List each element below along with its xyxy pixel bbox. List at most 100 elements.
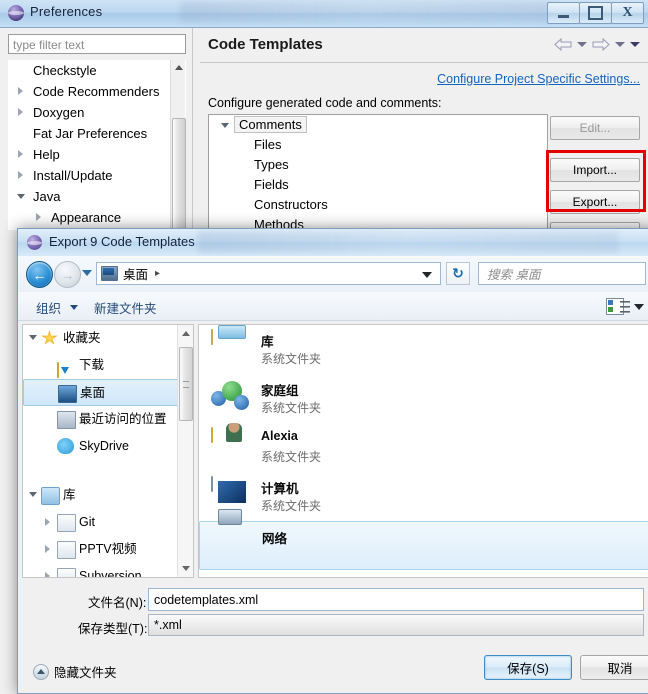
hide-folders-label: 隐藏文件夹 — [54, 666, 117, 680]
filter-input[interactable]: type filter text — [8, 34, 186, 54]
close-button[interactable]: X — [611, 2, 644, 24]
cancel-button[interactable]: 取消 — [580, 655, 648, 680]
list-item[interactable]: 计算机 系统文件夹 — [199, 472, 648, 521]
back-button[interactable]: ← — [26, 261, 53, 288]
nav-item-subversion[interactable]: Subversion — [23, 563, 193, 578]
hide-folders-toggle[interactable]: 隐藏文件夹 — [33, 662, 117, 681]
chevron-down-icon — [17, 194, 25, 203]
preferences-category-tree[interactable]: Checkstyle Code Recommenders Doxygen Fat… — [8, 60, 186, 230]
file-name-input[interactable]: codetemplates.xml — [148, 588, 644, 611]
save-type-label-static: 保存类型(T): — [78, 622, 148, 636]
recent-locations-icon[interactable] — [82, 270, 92, 276]
sidebar-item-label: Checkstyle — [33, 63, 97, 78]
skydrive-cloud-icon — [57, 438, 74, 454]
breadcrumb-separator-icon[interactable]: ▸ — [155, 268, 160, 279]
file-list-pane[interactable]: 库 系统文件夹 家庭组 系统文件夹 Alexia 系统文件夹 计算机 系统文件夹… — [198, 324, 648, 578]
nav-item-recent-places[interactable]: 最近访问的位置 — [23, 406, 193, 433]
template-node-fields[interactable]: Fields — [209, 175, 547, 195]
list-item[interactable]: 网络 — [199, 521, 648, 570]
chevron-down-icon[interactable] — [29, 492, 37, 497]
template-node-comments[interactable]: Comments — [209, 115, 547, 135]
nav-item-label: PPTV视频 — [79, 542, 137, 556]
sidebar-item-checkstyle[interactable]: Checkstyle — [8, 60, 186, 81]
scroll-down-icon[interactable] — [182, 566, 190, 571]
refresh-button[interactable]: ↻ — [446, 262, 470, 285]
template-node-label: Fields — [254, 177, 289, 192]
forward-button[interactable]: → — [54, 261, 81, 288]
forward-arrow-icon[interactable] — [592, 38, 610, 51]
template-node-files[interactable]: Files — [209, 135, 547, 155]
eclipse-app-icon — [27, 235, 42, 250]
library-folder-icon — [211, 329, 213, 345]
nav-item-favorites[interactable]: 收藏夹 — [23, 325, 193, 352]
scroll-up-icon[interactable] — [182, 331, 190, 336]
template-node-label: Types — [254, 157, 289, 172]
preferences-tree-scrollbar[interactable] — [170, 60, 186, 232]
nav-item-desktop[interactable]: 桌面 — [23, 379, 193, 406]
export-dialog-title: Export 9 Code Templates — [49, 234, 195, 249]
chevron-right-icon[interactable] — [45, 572, 50, 577]
library-icon — [41, 487, 60, 505]
nav-item-label: Subversion — [79, 569, 142, 578]
nav-item-downloads[interactable]: 下载 — [23, 352, 193, 379]
back-dropdown-icon[interactable] — [577, 42, 587, 47]
list-item[interactable]: 家庭组 系统文件夹 — [199, 374, 648, 423]
panel-navigation-controls[interactable] — [554, 38, 640, 51]
chevron-down-icon[interactable] — [29, 335, 37, 340]
list-item[interactable]: Alexia 系统文件夹 — [199, 423, 648, 472]
sidebar-item-install-update[interactable]: Install/Update — [8, 165, 186, 186]
nav-item-skydrive[interactable]: SkyDrive — [23, 433, 193, 460]
file-subtitle-label: 系统文件夹 — [261, 401, 322, 415]
sidebar-item-help[interactable]: Help — [8, 144, 186, 165]
sidebar-item-appearance[interactable]: Appearance — [8, 207, 186, 228]
nav-item-pptv[interactable]: PPTV视频 — [23, 536, 193, 563]
template-node-types[interactable]: Types — [209, 155, 547, 175]
template-node-constructors[interactable]: Constructors — [209, 195, 547, 215]
nav-item-label: 库 — [63, 488, 76, 502]
chevron-right-icon[interactable] — [45, 518, 50, 526]
chevron-right-icon[interactable] — [45, 545, 50, 553]
nav-item-git[interactable]: Git — [23, 509, 193, 536]
save-button[interactable]: 保存(S) — [484, 655, 572, 680]
organize-button[interactable]: 组织 — [36, 298, 61, 317]
sidebar-item-fat-jar-preferences[interactable]: Fat Jar Preferences — [8, 123, 186, 144]
explorer-command-bar: 组织 新建文件夹 — [18, 292, 648, 321]
scrollbar-thumb[interactable] — [179, 347, 193, 421]
panel-menu-icon[interactable] — [630, 42, 640, 47]
forward-dropdown-icon[interactable] — [615, 42, 625, 47]
sidebar-item-java[interactable]: Java — [8, 186, 186, 207]
document-icon — [57, 514, 76, 532]
star-icon — [41, 330, 58, 345]
save-type-select[interactable]: *.xml — [148, 614, 644, 636]
import-export-highlight-box — [546, 150, 646, 212]
file-name-label: 家庭组 — [261, 384, 299, 398]
sidebar-item-label: Install/Update — [33, 168, 113, 183]
nav-pane-spacer — [23, 460, 193, 482]
view-dropdown-icon[interactable] — [634, 304, 644, 310]
search-input[interactable]: 搜索 桌面 — [478, 262, 646, 285]
navigation-pane[interactable]: 收藏夹 下载 桌面 最近访问的位置 SkyDrive 库 Git PPTV视频 … — [22, 324, 194, 578]
minimize-button[interactable] — [547, 2, 580, 24]
code-templates-tree[interactable]: Comments Files Types Fields Constructors… — [208, 114, 548, 236]
edit-button[interactable]: Edit... — [550, 116, 640, 140]
scroll-up-icon[interactable] — [175, 65, 183, 70]
nav-item-libraries[interactable]: 库 — [23, 482, 193, 509]
list-item[interactable]: 库 系统文件夹 — [199, 325, 648, 374]
chevron-right-icon — [18, 150, 23, 158]
minimize-icon — [558, 15, 569, 18]
chevron-down-icon — [221, 123, 229, 129]
address-bar[interactable]: 桌面 ▸ — [96, 262, 441, 285]
template-node-label: Comments — [234, 116, 307, 133]
navigation-pane-scrollbar[interactable] — [177, 325, 193, 577]
file-name-label-static: 文件名(N): — [88, 596, 147, 610]
maximize-button[interactable] — [579, 2, 612, 24]
file-name-label: 计算机 — [261, 482, 299, 496]
back-arrow-icon[interactable] — [554, 38, 572, 51]
configure-project-specific-settings-link[interactable]: Configure Project Specific Settings... — [437, 72, 640, 86]
sidebar-item-code-recommenders[interactable]: Code Recommenders — [8, 81, 186, 102]
sidebar-item-doxygen[interactable]: Doxygen — [8, 102, 186, 123]
new-folder-button[interactable]: 新建文件夹 — [94, 298, 157, 317]
scrollbar-thumb[interactable] — [172, 118, 186, 230]
address-dropdown-icon[interactable] — [422, 272, 432, 278]
chevron-down-icon[interactable] — [70, 305, 78, 310]
